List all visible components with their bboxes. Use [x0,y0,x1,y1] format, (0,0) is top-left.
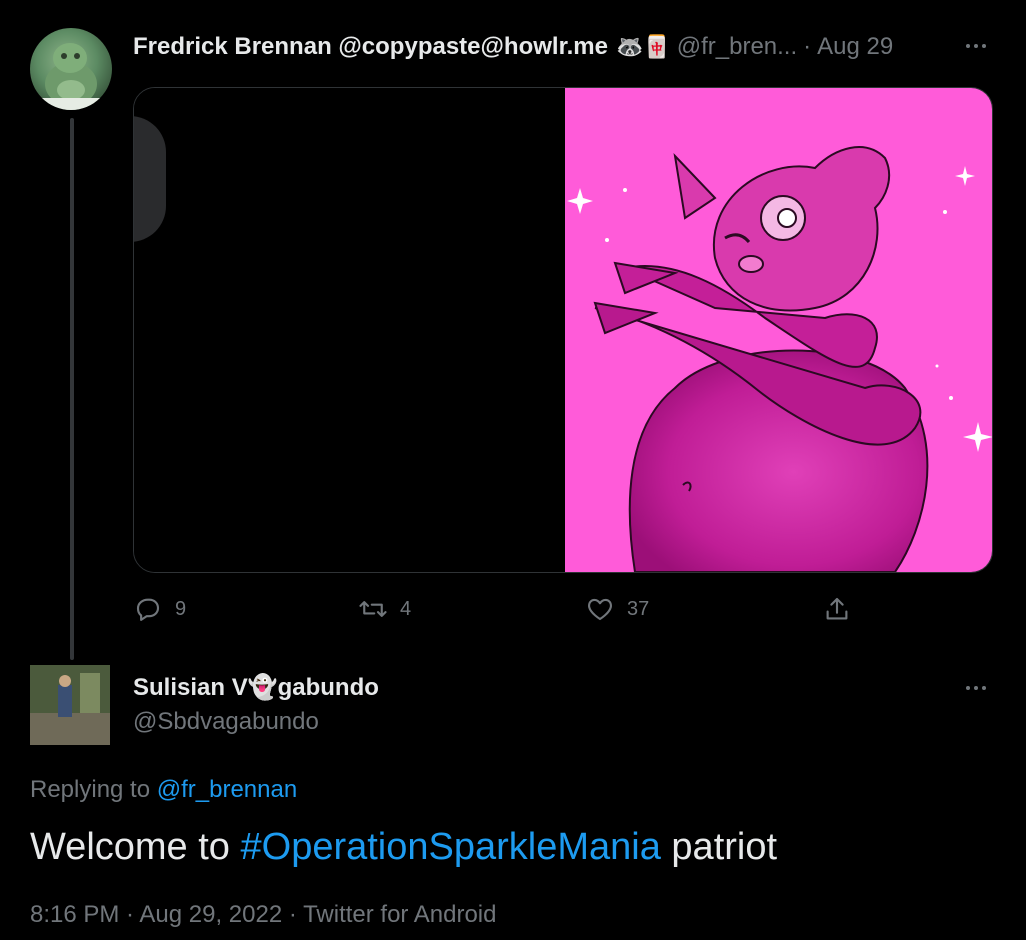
reply-icon [136,598,160,621]
name-emoji: 🦝🀄 [615,34,671,59]
retweet-icon [359,601,387,617]
thread-line [70,118,74,660]
like-button[interactable]: 37 [585,594,649,624]
reply-timestamp[interactable]: 8:16 PM · Aug 29, 2022 · Twitter for And… [30,901,497,929]
reply-author-avatar[interactable] [30,665,110,745]
reply-text: Welcome to #OperationSparkleMania patrio… [30,826,777,869]
author-avatar[interactable] [30,28,112,110]
like-count: 37 [627,597,650,620]
pink-bear-illustration [565,88,992,572]
hashtag-link[interactable]: #OperationSparkleMania [241,826,661,868]
like-icon [588,598,612,621]
reply-button[interactable]: 9 [133,594,186,624]
reply-count: 9 [175,597,187,620]
reply-handle[interactable]: @Sbdvagabundo [133,708,319,736]
more-icon[interactable] [960,34,992,58]
reply-display-name[interactable]: Sulisian V👻gabundo [133,673,379,702]
replying-prefix: Replying to [30,776,151,803]
reply-text-after: patriot [671,826,778,868]
reply-avatar-photo [30,665,110,745]
retweet-button[interactable]: 4 [358,594,411,624]
media-left-panel [134,88,565,572]
avatar-illustration [40,43,102,110]
author-display-name[interactable]: Fredrick Brennan @copypaste@howlr.me [133,33,608,61]
tweet-header: Fredrick Brennan @copypaste@howlr.me 🦝🀄 … [133,30,893,64]
reply-text-before: Welcome to [30,826,230,868]
share-icon [826,597,848,620]
media-image[interactable] [565,88,992,572]
tweet-actions: 9 4 37 [0,590,1026,630]
more-icon[interactable] [960,676,992,700]
tweet-date[interactable]: Aug 29 [817,33,893,61]
share-button[interactable] [822,594,852,624]
separator-dot: · [803,33,812,60]
replying-mention[interactable]: @fr_brennan [157,776,297,803]
retweet-count: 4 [400,597,412,620]
media-sliver [134,116,166,242]
author-handle[interactable]: @fr_bren... [677,33,797,61]
replying-to: Replying to @fr_brennan [30,776,297,804]
tweet-media[interactable] [133,87,993,573]
